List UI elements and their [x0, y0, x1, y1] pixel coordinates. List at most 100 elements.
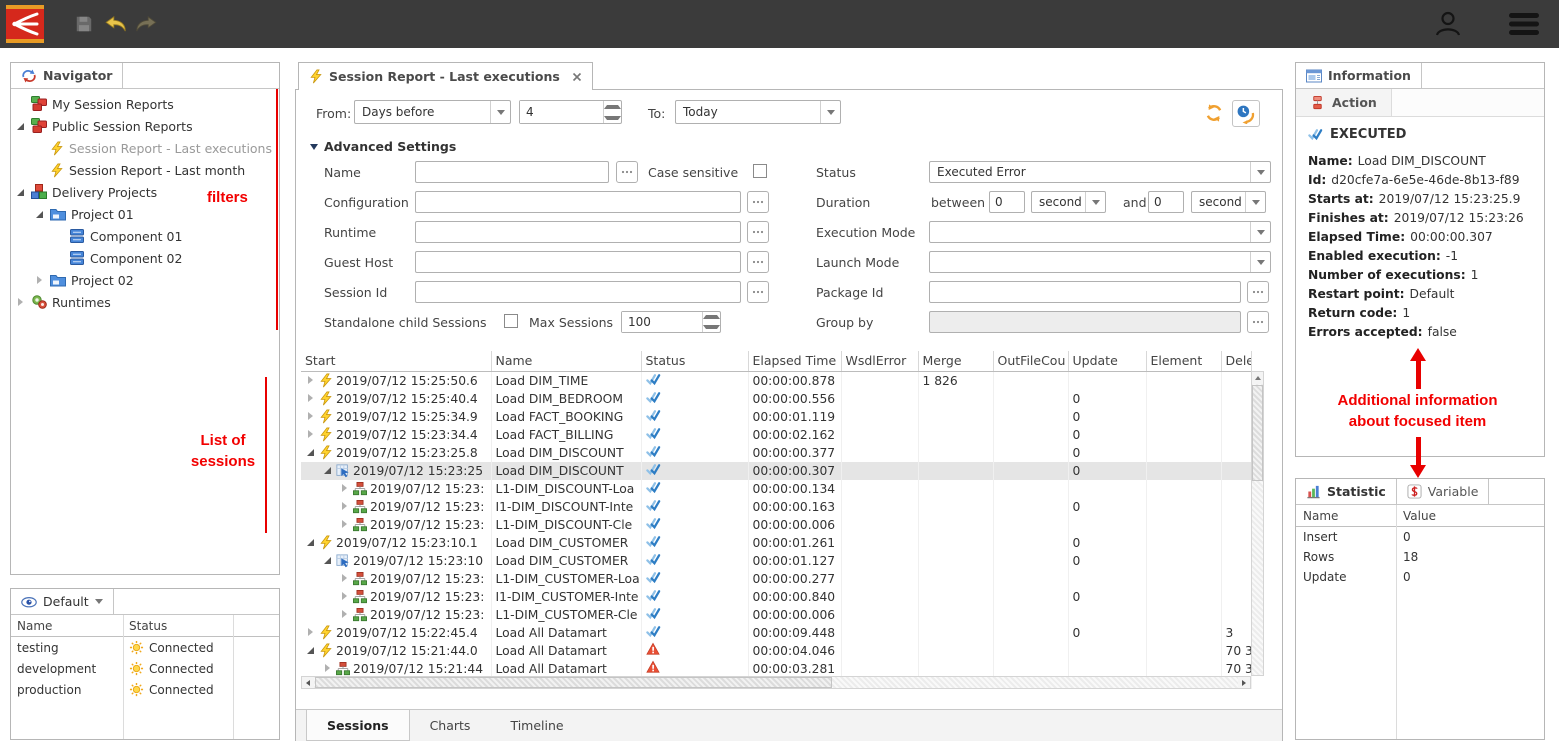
duration-max-input[interactable]	[1148, 191, 1184, 213]
scroll-left-icon[interactable]	[302, 677, 314, 688]
statistic-row[interactable]: Insert0	[1296, 527, 1544, 547]
session-row[interactable]: 2019/07/12 15:25:40.4Load DIM_BEDROOM00:…	[301, 390, 1251, 408]
expander-icon[interactable]	[341, 520, 350, 529]
expander-icon[interactable]	[17, 188, 26, 197]
expander-icon[interactable]	[341, 502, 350, 511]
nav-item-my-session-reports[interactable]: My Session Reports	[11, 93, 279, 115]
advanced-settings-toggle[interactable]: Advanced Settings	[310, 139, 456, 154]
runtime-input[interactable]	[415, 221, 741, 243]
runtime-browse-button[interactable]	[747, 221, 769, 243]
information-header-tab[interactable]: Information	[1296, 63, 1422, 88]
expander-icon[interactable]	[324, 556, 333, 565]
session-row[interactable]: 2019/07/12 15:23:L1-DIM_DISCOUNT-Cle00:0…	[301, 516, 1251, 534]
navigator-header-tab[interactable]: Navigator	[11, 63, 123, 88]
session-row[interactable]: 2019/07/12 15:23:I1-DIM_DISCOUNT-Inte00:…	[301, 498, 1251, 516]
refresh-icon[interactable]	[1204, 103, 1224, 123]
session-row[interactable]: 2019/07/12 15:23:L1-DIM_DISCOUNT-Loa00:0…	[301, 480, 1251, 498]
expander-icon[interactable]	[307, 538, 316, 547]
from-value-stepper[interactable]	[519, 100, 622, 124]
session-row[interactable]: 2019/07/12 15:23:25.8Load DIM_DISCOUNT00…	[301, 444, 1251, 462]
column-header-status[interactable]: Status	[641, 351, 748, 371]
close-icon[interactable]	[572, 72, 582, 82]
statistic-row[interactable]: Rows18	[1296, 547, 1544, 567]
statistic-row[interactable]: Update0	[1296, 567, 1544, 587]
session-id-input[interactable]	[415, 281, 741, 303]
column-header-element[interactable]: Element	[1146, 351, 1221, 371]
session-row[interactable]: 2019/07/12 15:23:34.4Load FACT_BILLING00…	[301, 426, 1251, 444]
expander-icon[interactable]	[307, 376, 316, 385]
column-header-elapsed-time[interactable]: Elapsed Time	[748, 351, 841, 371]
expander-icon[interactable]	[341, 610, 350, 619]
column-header-merge[interactable]: Merge	[918, 351, 993, 371]
session-row[interactable]: 2019/07/12 15:22:45.4Load All Datamart00…	[301, 624, 1251, 642]
session-id-browse-button[interactable]	[747, 281, 769, 303]
horizontal-scrollbar[interactable]	[301, 676, 1251, 689]
expander-icon[interactable]	[307, 394, 316, 403]
nav-item-runtimes[interactable]: Runtimes	[11, 291, 279, 313]
column-header-update[interactable]: Update	[1068, 351, 1146, 371]
column-header-name[interactable]: Name	[491, 351, 641, 371]
column-header-wsdlerror[interactable]: WsdlError	[841, 351, 918, 371]
user-icon[interactable]	[1432, 8, 1464, 40]
view-tab-timeline[interactable]: Timeline	[490, 710, 583, 741]
tab-statistic[interactable]: Statistic	[1296, 479, 1397, 504]
expander-icon[interactable]	[307, 448, 316, 457]
column-header-outfilecou[interactable]: OutFileCou	[993, 351, 1068, 371]
expander-icon[interactable]	[17, 122, 26, 131]
tab-action[interactable]: Action	[1296, 89, 1392, 116]
session-row[interactable]: 2019/07/12 15:21:44Load All Datamart00:0…	[301, 660, 1251, 678]
nav-item-public-session-reports[interactable]: Public Session Reports	[11, 115, 279, 137]
expander-icon[interactable]	[307, 430, 316, 439]
status-dropdown[interactable]: Executed Error	[929, 161, 1271, 183]
nav-item-component-01[interactable]: Component 01	[11, 225, 279, 247]
column-header-delet[interactable]: Delet	[1221, 351, 1251, 371]
nav-item-session-report-last-executions[interactable]: Session Report - Last executions	[11, 137, 279, 159]
duration-min-input[interactable]	[989, 191, 1025, 213]
package-id-input[interactable]	[929, 281, 1241, 303]
runtime-row[interactable]: testingConnected	[11, 637, 279, 658]
nav-item-session-report-last-month[interactable]: Session Report - Last month	[11, 159, 279, 181]
auto-refresh-button[interactable]	[1232, 100, 1260, 127]
duration-max-unit-dropdown[interactable]: second	[1191, 191, 1266, 213]
expander-icon[interactable]	[17, 298, 26, 307]
runtime-row[interactable]: developmentConnected	[11, 658, 279, 679]
redo-icon[interactable]	[134, 15, 158, 33]
guest-host-input[interactable]	[415, 251, 741, 273]
max-sessions-stepper[interactable]	[621, 311, 721, 333]
session-row[interactable]: 2019/07/12 15:23:L1-DIM_CUSTOMER-Loa00:0…	[301, 570, 1251, 588]
session-row[interactable]: 2019/07/12 15:23:25Load DIM_DISCOUNT00:0…	[301, 462, 1251, 480]
configuration-browse-button[interactable]	[747, 191, 769, 213]
to-preset-dropdown[interactable]: Today	[675, 100, 841, 124]
group-by-input[interactable]	[929, 311, 1241, 333]
expander-icon[interactable]	[307, 412, 316, 421]
execution-mode-dropdown[interactable]	[929, 221, 1271, 243]
session-row[interactable]: 2019/07/12 15:25:50.6Load DIM_TIME00:00:…	[301, 371, 1251, 390]
vertical-scrollbar[interactable]	[1251, 371, 1264, 676]
expander-icon[interactable]	[36, 210, 45, 219]
stepper-arrows[interactable]	[702, 312, 720, 332]
expander-icon[interactable]	[324, 664, 333, 673]
scrollbar-thumb[interactable]	[1252, 385, 1263, 481]
session-row[interactable]: 2019/07/12 15:23:10Load DIM_CUSTOMER00:0…	[301, 552, 1251, 570]
stepper-arrows[interactable]	[603, 101, 621, 123]
expander-icon[interactable]	[341, 592, 350, 601]
guest-host-browse-button[interactable]	[747, 251, 769, 273]
runtime-row[interactable]: productionConnected	[11, 679, 279, 700]
session-row[interactable]: 2019/07/12 15:25:34.9Load FACT_BOOKING00…	[301, 408, 1251, 426]
view-tab-sessions[interactable]: Sessions	[306, 710, 410, 741]
expander-icon[interactable]	[341, 484, 350, 493]
nav-item-project-01[interactable]: Project 01	[11, 203, 279, 225]
session-row[interactable]: 2019/07/12 15:21:44.0Load All Datamart00…	[301, 642, 1251, 660]
tab-session-report-last-executions[interactable]: Session Report - Last executions	[298, 62, 593, 90]
package-id-browse-button[interactable]	[1247, 281, 1269, 303]
duration-min-unit-dropdown[interactable]: second	[1031, 191, 1106, 213]
nav-item-project-02[interactable]: Project 02	[11, 269, 279, 291]
max-sessions-input[interactable]	[622, 312, 702, 332]
expander-icon[interactable]	[36, 276, 45, 285]
tab-variable[interactable]: Variable	[1397, 479, 1490, 504]
expander-icon[interactable]	[307, 628, 316, 637]
configuration-input[interactable]	[415, 191, 741, 213]
hamburger-menu-icon[interactable]	[1506, 12, 1542, 36]
scroll-right-icon[interactable]	[1238, 677, 1250, 688]
undo-icon[interactable]	[104, 15, 128, 33]
